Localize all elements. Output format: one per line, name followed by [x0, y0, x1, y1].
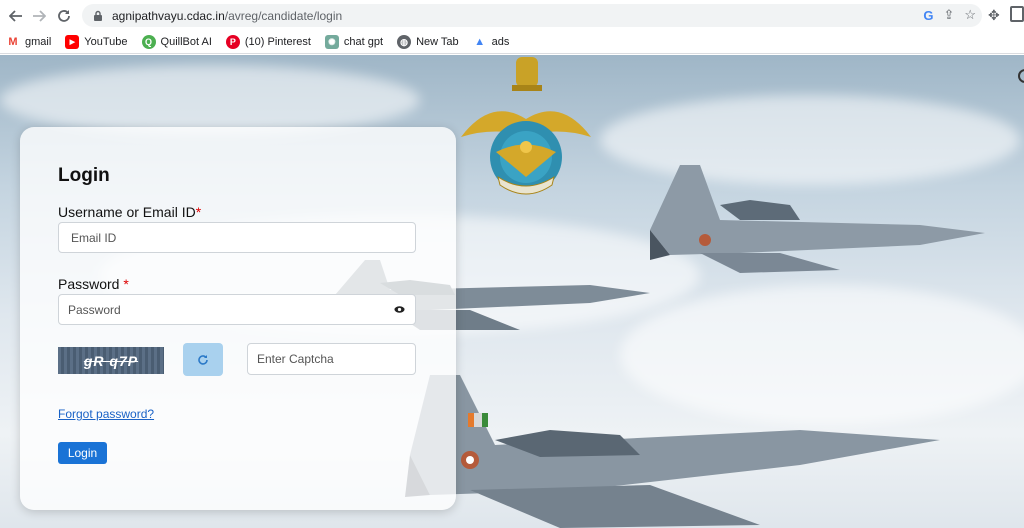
bookmark-label: (10) Pinterest	[244, 36, 311, 48]
captcha-image: gR q7P	[58, 347, 164, 374]
refresh-captcha-button[interactable]	[183, 343, 223, 376]
google-ads-icon: ▲	[472, 35, 487, 49]
pinterest-icon: P	[225, 35, 240, 49]
bookmark-pinterest[interactable]: P (10) Pinterest	[225, 35, 311, 49]
required-asterisk: *	[123, 276, 129, 292]
lock-icon[interactable]	[92, 10, 104, 22]
username-label-text: Username or Email ID	[58, 204, 196, 220]
login-page: Login Username or Email ID* Email ID Pas…	[0, 55, 1024, 528]
google-lens-icon[interactable]: G	[923, 8, 933, 23]
bookmark-quillbot[interactable]: Q QuillBot AI	[141, 35, 212, 49]
email-placeholder: Email ID	[71, 230, 117, 245]
bookmark-chatgpt[interactable]: ✺ chat gpt	[324, 35, 384, 49]
email-field[interactable]: Email ID	[58, 222, 416, 253]
share-icon[interactable]: ⇪	[943, 7, 954, 23]
page-edge-icon	[1018, 69, 1024, 83]
bookmark-label: QuillBot AI	[160, 36, 212, 48]
bookmark-ads[interactable]: ▲ ads	[472, 35, 510, 49]
bookmark-label: gmail	[25, 36, 52, 48]
login-card: Login Username or Email ID* Email ID Pas…	[20, 127, 456, 510]
username-label: Username or Email ID*	[58, 204, 201, 220]
url-path: /avreg/candidate/login	[224, 8, 343, 23]
forgot-password-link[interactable]: Forgot password?	[58, 407, 154, 421]
reload-icon[interactable]	[51, 3, 77, 29]
bookmark-new-tab[interactable]: ◍ New Tab	[397, 35, 459, 49]
forward-icon[interactable]	[26, 3, 52, 29]
captcha-placeholder: Enter Captcha	[257, 352, 334, 366]
login-button[interactable]: Login	[58, 442, 107, 464]
browser-toolbar: agnipathvayu.cdac.in/avreg/candidate/log…	[0, 0, 1024, 31]
captcha-input[interactable]: Enter Captcha	[247, 343, 416, 375]
bookmark-label: YouTube	[84, 36, 128, 48]
address-bar[interactable]: agnipathvayu.cdac.in/avreg/candidate/log…	[82, 4, 982, 27]
bookmark-label: ads	[491, 36, 510, 48]
extensions-icon[interactable]: ✥	[988, 7, 1000, 24]
login-title: Login	[58, 165, 110, 186]
bookmark-youtube[interactable]: ▶ YouTube	[65, 35, 128, 49]
quillbot-icon: Q	[141, 35, 156, 49]
password-label: Password *	[58, 276, 129, 292]
bookmark-label: New Tab	[416, 36, 459, 48]
indian-air-force-emblem	[461, 57, 591, 195]
password-label-text: Password	[58, 276, 120, 292]
url-host: agnipathvayu.cdac.in	[112, 8, 225, 23]
sidepanel-icon[interactable]	[1010, 6, 1024, 22]
password-field[interactable]: Password	[58, 294, 416, 325]
globe-icon: ◍	[397, 35, 412, 49]
chatgpt-icon: ✺	[324, 35, 339, 49]
bookmark-star-icon[interactable]: ☆	[964, 7, 976, 23]
captcha-text: gR q7P	[83, 352, 139, 369]
gmail-icon: M	[6, 35, 20, 49]
password-placeholder: Password	[68, 302, 121, 317]
bookmark-gmail[interactable]: M gmail	[6, 35, 51, 49]
required-asterisk: *	[195, 204, 202, 220]
cloud	[0, 65, 420, 135]
show-password-eye-icon[interactable]	[394, 304, 405, 315]
bookmark-label: chat gpt	[343, 36, 384, 48]
youtube-icon: ▶	[65, 35, 80, 49]
refresh-icon	[198, 354, 208, 365]
bookmarks-bar: M gmail ▶ YouTube Q QuillBot AI P (10) P…	[0, 31, 1024, 54]
